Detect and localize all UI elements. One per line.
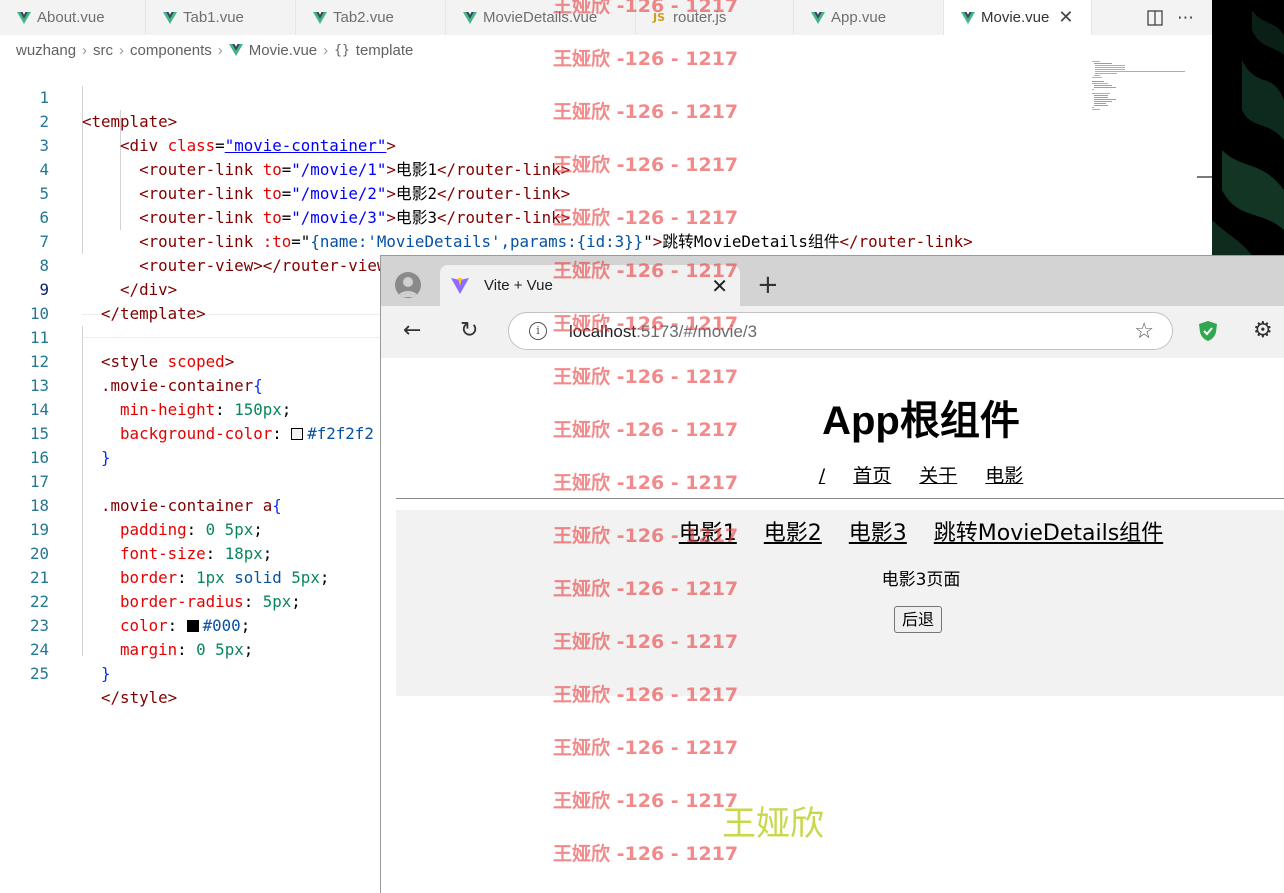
chevron-right-icon: › <box>82 41 88 59</box>
app-nav: / 首页 关于 电影 <box>381 461 1284 488</box>
line-number: 25 <box>29 664 49 683</box>
tab-label: About.vue <box>37 9 105 26</box>
code-line: 3 <router-link to="/movie/1">电影1</router… <box>0 110 1100 179</box>
nav-link-home[interactable]: 首页 <box>853 465 891 487</box>
nav-link-movie[interactable]: 电影 <box>985 465 1023 487</box>
watermark: 王娅欣 -126 - 1217 <box>553 737 739 759</box>
browser-toolbar: ← ↻ i localhost:5173/#/movie/3 ☆ ⚙ <box>381 306 1284 358</box>
shield-extension-icon[interactable] <box>1198 320 1218 342</box>
watermark: 王娅欣 -126 - 1217 <box>553 207 739 229</box>
tab-about-vue[interactable]: About.vue <box>0 0 146 35</box>
tab-tab1-vue[interactable]: Tab1.vue <box>146 0 296 35</box>
watermark: 王娅欣 -126 - 1217 <box>553 101 739 123</box>
nav-link-root[interactable]: / <box>819 465 825 487</box>
chevron-right-icon: › <box>323 41 329 59</box>
watermark: 王娅欣 -126 - 1217 <box>553 843 739 865</box>
tab-label: Movie.vue <box>981 9 1050 26</box>
movie-link-3[interactable]: 电影3 <box>849 521 907 546</box>
tab-label: Tab1.vue <box>183 9 244 26</box>
divider <box>396 498 1284 499</box>
back-arrow-icon[interactable]: ← <box>403 318 421 343</box>
movie-link-2[interactable]: 电影2 <box>764 521 822 546</box>
code-line: 4 <router-link to="/movie/2">电影2</router… <box>0 134 1100 203</box>
nav-link-about[interactable]: 关于 <box>919 465 957 487</box>
site-info-icon[interactable]: i <box>529 322 547 340</box>
code-line: 2 <div class="movie-container"> <box>0 86 1100 155</box>
more-actions-icon[interactable]: ⋯ <box>1177 8 1194 28</box>
vue-icon <box>463 11 477 24</box>
watermark: 王娅欣 -126 - 1217 <box>553 578 739 600</box>
code-line: 7 <router-view></router-view> <box>0 206 1100 275</box>
vue-icon <box>17 11 31 24</box>
browser-window: Vite + Vue ✕ + ← ↻ i localhost:5173/#/mo… <box>380 255 1284 893</box>
vue-icon <box>961 11 975 24</box>
watermark: 王娅欣 -126 - 1217 <box>553 154 739 176</box>
code-token: </style> <box>101 688 178 707</box>
reload-icon[interactable]: ↻ <box>460 318 478 343</box>
code-line: 6 <router-link :to="{name:'MovieDetails'… <box>0 182 1100 251</box>
page-viewport: App根组件 / 首页 关于 电影 电影1 电影2 电影3 跳转MovieDet… <box>381 358 1284 893</box>
movie-links: 电影1 电影2 电影3 跳转MovieDetails组件 <box>396 515 1284 547</box>
movie-page-text: 电影3页面 <box>881 570 961 590</box>
page-title: App根组件 <box>822 399 1020 443</box>
breadcrumb-item[interactable]: src <box>93 42 113 59</box>
code-line: 8 </div> <box>0 230 1100 299</box>
watermark: 王娅欣 -126 - 1217 <box>553 631 739 653</box>
watermark: 王娅欣 -126 - 1217 <box>553 419 739 441</box>
watermark: 王娅欣 -126 - 1217 <box>553 366 739 388</box>
back-button[interactable]: 后退 <box>894 606 943 633</box>
browser-tab-title: Vite + Vue <box>484 277 553 294</box>
bookmark-star-icon[interactable]: ☆ <box>1134 318 1154 344</box>
foliage-image <box>1212 10 1284 262</box>
tab-label: Tab2.vue <box>333 9 394 26</box>
braces-icon: {} <box>334 42 350 58</box>
extensions-puzzle-icon[interactable]: ⚙ <box>1253 318 1273 343</box>
vue-icon <box>163 11 177 24</box>
code-line: 5 <router-link to="/movie/3">电影3</router… <box>0 158 1100 227</box>
chevron-right-icon: › <box>119 41 125 59</box>
chevron-right-icon: › <box>217 41 223 59</box>
watermark-large: 王娅欣 <box>722 804 824 844</box>
movie-container: 电影1 电影2 电影3 跳转MovieDetails组件 电影3页面 后退 <box>396 510 1284 696</box>
watermark: 王娅欣 -126 - 1217 <box>553 313 739 335</box>
close-icon[interactable]: ✕ <box>1058 7 1073 28</box>
vite-icon <box>451 277 469 294</box>
watermark: 王娅欣 -126 - 1217 <box>553 472 739 494</box>
tab-app-vue[interactable]: App.vue <box>794 0 944 35</box>
background-wallpaper <box>1212 0 1284 262</box>
minimap[interactable] <box>1090 60 1190 110</box>
new-tab-icon[interactable]: + <box>757 270 779 300</box>
tab-tab2-vue[interactable]: Tab2.vue <box>296 0 446 35</box>
breadcrumb-item[interactable]: components <box>130 42 212 59</box>
breadcrumb-item[interactable]: Movie.vue <box>249 42 317 59</box>
watermark: 王娅欣 -126 - 1217 <box>553 684 739 706</box>
movie-details-link[interactable]: 跳转MovieDetails组件 <box>934 521 1163 546</box>
breadcrumb: wuzhang › src › components › Movie.vue ›… <box>16 39 413 61</box>
vue-icon <box>313 11 327 24</box>
scrollbar-marker[interactable] <box>1197 176 1212 178</box>
vue-icon <box>811 11 825 24</box>
tab-movie-vue[interactable]: Movie.vue ✕ <box>944 0 1092 35</box>
watermark: 王娅欣 -126 - 1217 <box>553 260 739 282</box>
watermark: 王娅欣 -126 - 1217 <box>553 525 739 547</box>
code-line: 1 <template> <box>0 62 1100 131</box>
breadcrumb-item[interactable]: template <box>356 42 414 59</box>
split-editor-icon[interactable] <box>1147 9 1163 26</box>
watermark: 王娅欣 -126 - 1217 <box>553 790 739 812</box>
tab-label: App.vue <box>831 9 887 26</box>
profile-avatar-icon[interactable] <box>395 272 421 298</box>
browser-tab-strip: Vite + Vue ✕ + <box>381 256 1284 306</box>
breadcrumb-item[interactable]: wuzhang <box>16 42 76 59</box>
editor-actions: ⋯ <box>1147 0 1212 35</box>
watermark: 王娅欣 -126 - 1217 <box>553 0 739 17</box>
watermark: 王娅欣 -126 - 1217 <box>553 48 739 70</box>
vue-icon <box>228 44 243 56</box>
